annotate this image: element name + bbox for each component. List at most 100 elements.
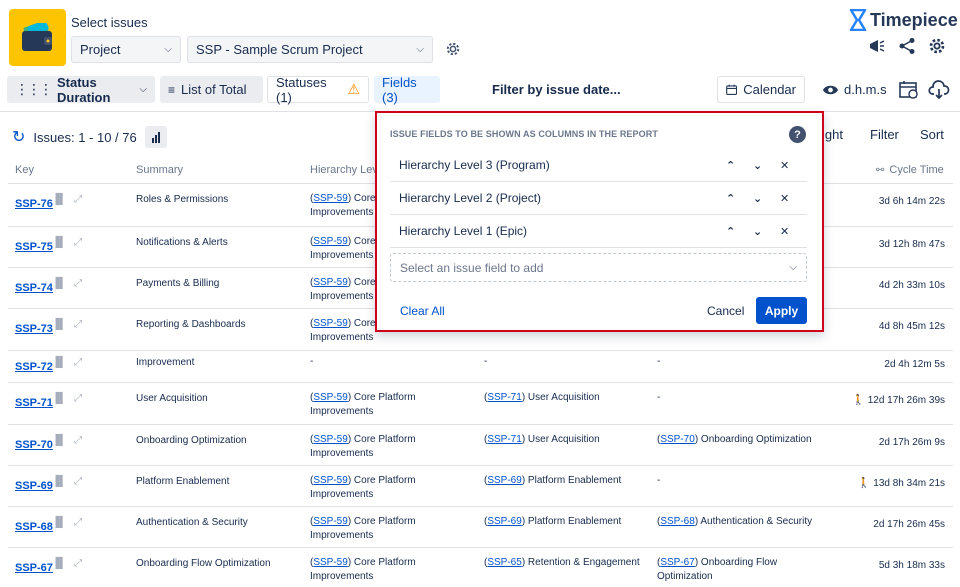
chart-icon[interactable]: ▐▌	[52, 435, 66, 446]
remove-icon[interactable]: ✕	[780, 225, 789, 238]
issue-key-link[interactable]: SSP-73	[15, 323, 53, 335]
grid-icon: ⋮⋮⋮	[15, 81, 53, 97]
chart-icon[interactable]: ▐▌	[52, 319, 66, 330]
parent-issue-link[interactable]: SSP-59	[313, 193, 347, 204]
report-icon[interactable]	[898, 79, 920, 101]
parent-issue-name: -	[657, 475, 661, 486]
column-summary[interactable]: Summary	[136, 164, 183, 176]
filter-by-date[interactable]: Filter by issue date...	[492, 82, 621, 97]
cycle-time-text: 2d 17h 26m 45s	[873, 519, 945, 530]
hierarchy-cell: -	[657, 391, 822, 405]
expand-icon[interactable]: ⤢	[74, 558, 82, 569]
status-duration-button[interactable]: ⋮⋮⋮ Status Duration ⌵	[7, 74, 155, 105]
parent-issue-link[interactable]: SSP-69	[487, 475, 521, 486]
parent-issue-link[interactable]: SSP-68	[660, 516, 694, 527]
parent-issue-link[interactable]: SSP-69	[487, 516, 521, 527]
share-icon[interactable]	[898, 37, 916, 55]
issue-key-link[interactable]: SSP-70	[15, 439, 53, 451]
chart-icon[interactable]: ▐▌	[52, 237, 66, 248]
parent-issue-link[interactable]: SSP-59	[313, 236, 347, 247]
expand-icon[interactable]: ⤢	[74, 278, 82, 289]
chart-icon[interactable]: ▐▌	[52, 517, 66, 528]
clear-all-button[interactable]: Clear All	[400, 304, 445, 318]
megaphone-icon[interactable]	[868, 37, 886, 55]
issue-key-link[interactable]: SSP-67	[15, 562, 53, 574]
issue-key-link[interactable]: SSP-74	[15, 282, 53, 294]
remove-icon[interactable]: ✕	[780, 192, 789, 205]
parent-issue-link[interactable]: SSP-71	[487, 434, 521, 445]
issue-key-link[interactable]: SSP-72	[15, 361, 53, 373]
refresh-icon[interactable]: ↻	[12, 127, 25, 147]
cloud-download-icon[interactable]	[928, 79, 950, 101]
hierarchy-cell: (SSP-69) Platform Enablement	[484, 475, 622, 486]
expand-icon[interactable]: ⤢	[74, 194, 82, 205]
parent-issue-link[interactable]: SSP-59	[313, 434, 347, 445]
status-duration-label: Status Duration	[57, 74, 111, 105]
bar-chart-icon[interactable]	[144, 126, 167, 148]
remove-icon[interactable]: ✕	[780, 159, 789, 172]
chart-icon[interactable]: ▐▌	[52, 393, 66, 404]
project-dropdown[interactable]: SSP - Sample Scrum Project ⌵	[187, 36, 433, 63]
move-up-icon[interactable]: ⌃	[726, 159, 735, 172]
calendar-button[interactable]: Calendar	[717, 76, 805, 103]
chart-icon[interactable]: ▐▌	[52, 194, 66, 205]
hierarchy-cell: -	[484, 355, 649, 369]
parent-issue-name-cont: Improvements	[310, 332, 374, 343]
add-field-select[interactable]: Select an issue field to add ⌵	[390, 253, 807, 282]
summary-text: Authentication & Security	[136, 517, 248, 528]
parent-issue-link[interactable]: SSP-59	[313, 392, 347, 403]
chart-icon[interactable]: ▐▌	[52, 357, 66, 368]
parent-issue-link[interactable]: SSP-59	[313, 475, 347, 486]
cycle-time-value: 2d 17h 26m 9s	[879, 437, 945, 448]
move-up-icon[interactable]: ⌃	[726, 225, 735, 238]
parent-issue-name-cont: Improvements	[310, 489, 374, 500]
issue-key-link[interactable]: SSP-75	[15, 241, 53, 253]
expand-icon[interactable]: ⤢	[74, 517, 82, 528]
column-hierarchy[interactable]: Hierarchy Leve	[310, 164, 384, 176]
chart-icon[interactable]: ▐▌	[52, 278, 66, 289]
issue-key-link[interactable]: SSP-76	[15, 198, 53, 210]
apply-button[interactable]: Apply	[756, 297, 807, 324]
move-down-icon[interactable]: ⌄	[753, 192, 762, 205]
parent-issue-name: User Acquisition	[525, 434, 600, 445]
column-key[interactable]: Key	[15, 164, 34, 176]
expand-icon[interactable]: ⤢	[74, 357, 82, 368]
time-format-toggle[interactable]: d.h.m.s	[822, 82, 887, 97]
parent-issue-link[interactable]: SSP-59	[313, 318, 347, 329]
move-up-icon[interactable]: ⌃	[726, 192, 735, 205]
issue-key-link[interactable]: SSP-68	[15, 521, 53, 533]
settings-gear-icon[interactable]	[444, 40, 462, 58]
scope-dropdown[interactable]: Project ⌵	[71, 36, 181, 63]
expand-icon[interactable]: ⤢	[74, 435, 82, 446]
highlight-tab[interactable]: ight	[822, 127, 843, 142]
field-label: Hierarchy Level 3 (Program)	[399, 158, 550, 172]
parent-issue-name: Authentication & Security	[698, 516, 813, 527]
sort-tab[interactable]: Sort	[920, 127, 944, 142]
move-down-icon[interactable]: ⌄	[753, 225, 762, 238]
chart-icon[interactable]: ▐▌	[52, 558, 66, 569]
parent-issue-link[interactable]: SSP-67	[660, 557, 694, 568]
issue-key-link[interactable]: SSP-71	[15, 397, 53, 409]
move-down-icon[interactable]: ⌄	[753, 159, 762, 172]
expand-icon[interactable]: ⤢	[74, 237, 82, 248]
gear-icon[interactable]	[928, 37, 946, 55]
parent-issue-link[interactable]: SSP-65	[487, 557, 521, 568]
filter-tab[interactable]: Filter	[870, 127, 899, 142]
cancel-button[interactable]: Cancel	[707, 304, 744, 318]
parent-issue-link[interactable]: SSP-59	[313, 277, 347, 288]
expand-icon[interactable]: ⤢	[74, 319, 82, 330]
parent-issue-name: Platform Enablement	[525, 516, 622, 527]
parent-issue-link[interactable]: SSP-59	[313, 557, 347, 568]
column-cycle-time[interactable]: ⚯ Cycle Time	[876, 164, 944, 176]
expand-icon[interactable]: ⤢	[74, 393, 82, 404]
issue-key-link[interactable]: SSP-69	[15, 480, 53, 492]
fields-button[interactable]: Fields (3)	[374, 75, 440, 105]
parent-issue-link[interactable]: SSP-59	[313, 516, 347, 527]
list-of-total-button[interactable]: ≡ List of Total	[160, 76, 263, 103]
statuses-button[interactable]: Statuses (1) ⚠	[267, 75, 369, 105]
chart-icon[interactable]: ▐▌	[52, 476, 66, 487]
parent-issue-link[interactable]: SSP-71	[487, 392, 521, 403]
help-icon[interactable]: ?	[789, 126, 806, 143]
parent-issue-link[interactable]: SSP-70	[660, 434, 694, 445]
expand-icon[interactable]: ⤢	[74, 476, 82, 487]
